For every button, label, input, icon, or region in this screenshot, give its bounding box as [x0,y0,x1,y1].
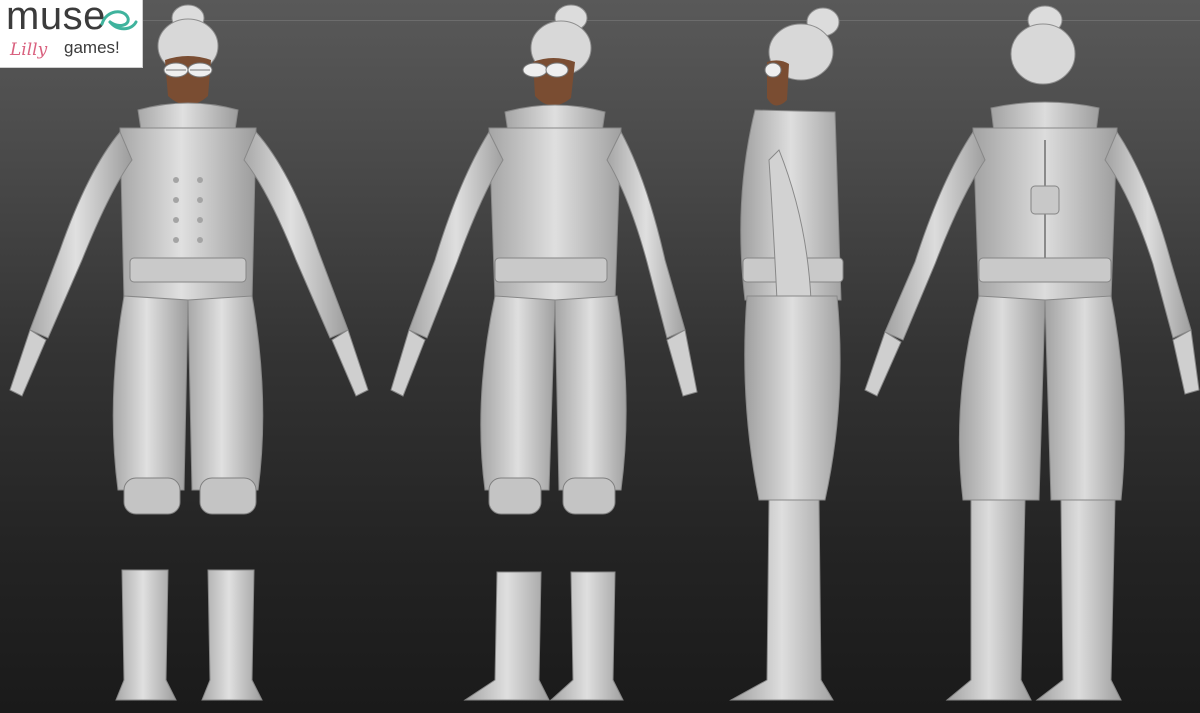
character-front-view [9,4,369,701]
character-three-quarter-view [390,4,698,701]
character-back-view [864,5,1200,701]
sculpt-turnaround-canvas: muse Lilly games! [0,0,1200,713]
character-side-view [729,7,844,701]
